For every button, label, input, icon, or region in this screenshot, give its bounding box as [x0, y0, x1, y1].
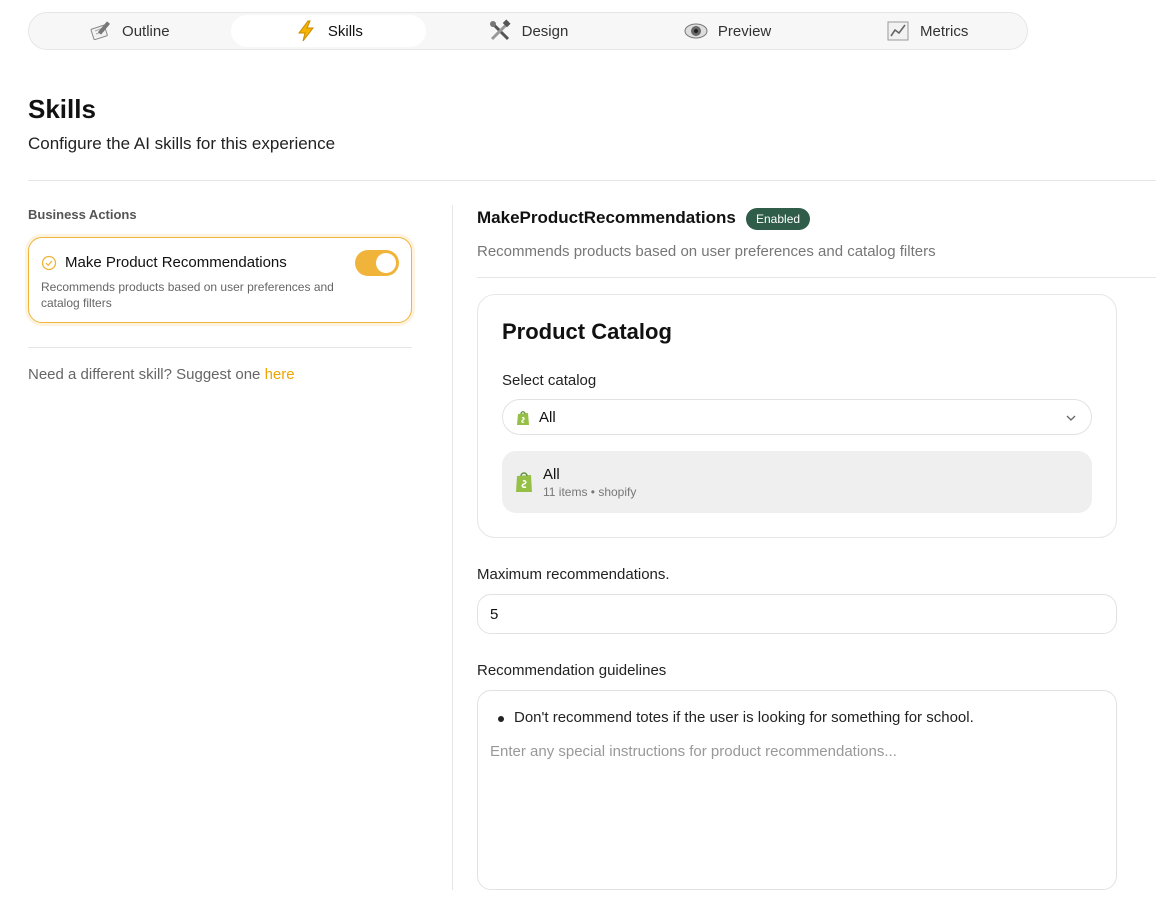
shopify-bag-icon: [514, 471, 534, 493]
catalog-select-value: All: [539, 409, 556, 426]
guidelines-placeholder: Enter any special instructions for produ…: [490, 743, 897, 760]
max-recommendations-input[interactable]: [477, 594, 1117, 634]
tab-skills-label: Skills: [327, 22, 363, 40]
header-divider: [28, 180, 1156, 181]
suggest-skill-label: Need a different skill? Suggest one: [28, 366, 261, 383]
tab-bar: Outline Skills Design Preview Metrics: [28, 12, 1028, 50]
skill-enabled-toggle[interactable]: [355, 250, 399, 276]
memo-pencil-icon: [88, 19, 112, 43]
product-catalog-title: Product Catalog: [502, 319, 672, 344]
suggest-skill-text: Need a different skill? Suggest one here: [28, 366, 295, 383]
page-subtitle: Configure the AI skills for this experie…: [28, 134, 336, 153]
chevron-down-icon: [1065, 411, 1077, 423]
guidelines-label: Recommendation guidelines: [477, 662, 667, 679]
catalog-option-meta: 11 items • shopify: [543, 485, 637, 499]
tab-design-label: Design: [521, 22, 569, 40]
guideline-item: Don't recommend totes if the user is loo…: [514, 709, 974, 726]
skill-card-make-product-recommendations[interactable]: Make Product Recommendations Recommends …: [28, 237, 412, 323]
tab-metrics-label: Metrics: [920, 22, 969, 40]
status-badge: Enabled: [746, 208, 811, 230]
detail-divider: [477, 277, 1156, 278]
skill-name: Make Product Recommendations: [65, 254, 287, 271]
tab-outline[interactable]: Outline: [31, 15, 227, 47]
tools-icon: [488, 19, 512, 43]
suggest-skill-link[interactable]: here: [265, 366, 295, 383]
section-label-business-actions: Business Actions: [28, 207, 137, 222]
catalog-option-name: All: [543, 466, 560, 483]
max-recommendations-label: Maximum recommendations.: [477, 566, 670, 583]
select-catalog-label: Select catalog: [502, 372, 597, 389]
column-divider: [452, 205, 453, 890]
catalog-select[interactable]: All: [502, 399, 1092, 435]
skill-detail-title: MakeProductRecommendations: [477, 208, 736, 227]
chart-icon: [886, 19, 910, 43]
page-title: Skills: [28, 94, 96, 124]
shopify-bag-icon: [515, 410, 531, 426]
tab-outline-label: Outline: [122, 22, 170, 40]
toggle-knob: [376, 253, 396, 273]
skill-detail-description: Recommends products based on user prefer…: [477, 243, 936, 260]
tab-design[interactable]: Design: [430, 15, 626, 47]
guidelines-editor[interactable]: Don't recommend totes if the user is loo…: [477, 690, 1117, 890]
tab-preview-label: Preview: [717, 22, 772, 40]
skill-description: Recommends products based on user prefer…: [41, 280, 334, 310]
tab-metrics[interactable]: Metrics: [829, 15, 1025, 47]
tab-preview[interactable]: Preview: [630, 15, 826, 47]
tab-skills[interactable]: Skills: [230, 15, 427, 47]
catalog-option-all[interactable]: All 11 items • shopify: [502, 451, 1092, 513]
check-circle-icon: [41, 255, 57, 271]
eye-icon: [684, 19, 708, 43]
lightning-icon: [294, 19, 318, 43]
bullet-icon: [498, 716, 504, 722]
product-catalog-card: Product Catalog Select catalog All All 1…: [477, 294, 1117, 538]
sidebar-divider: [28, 347, 412, 348]
